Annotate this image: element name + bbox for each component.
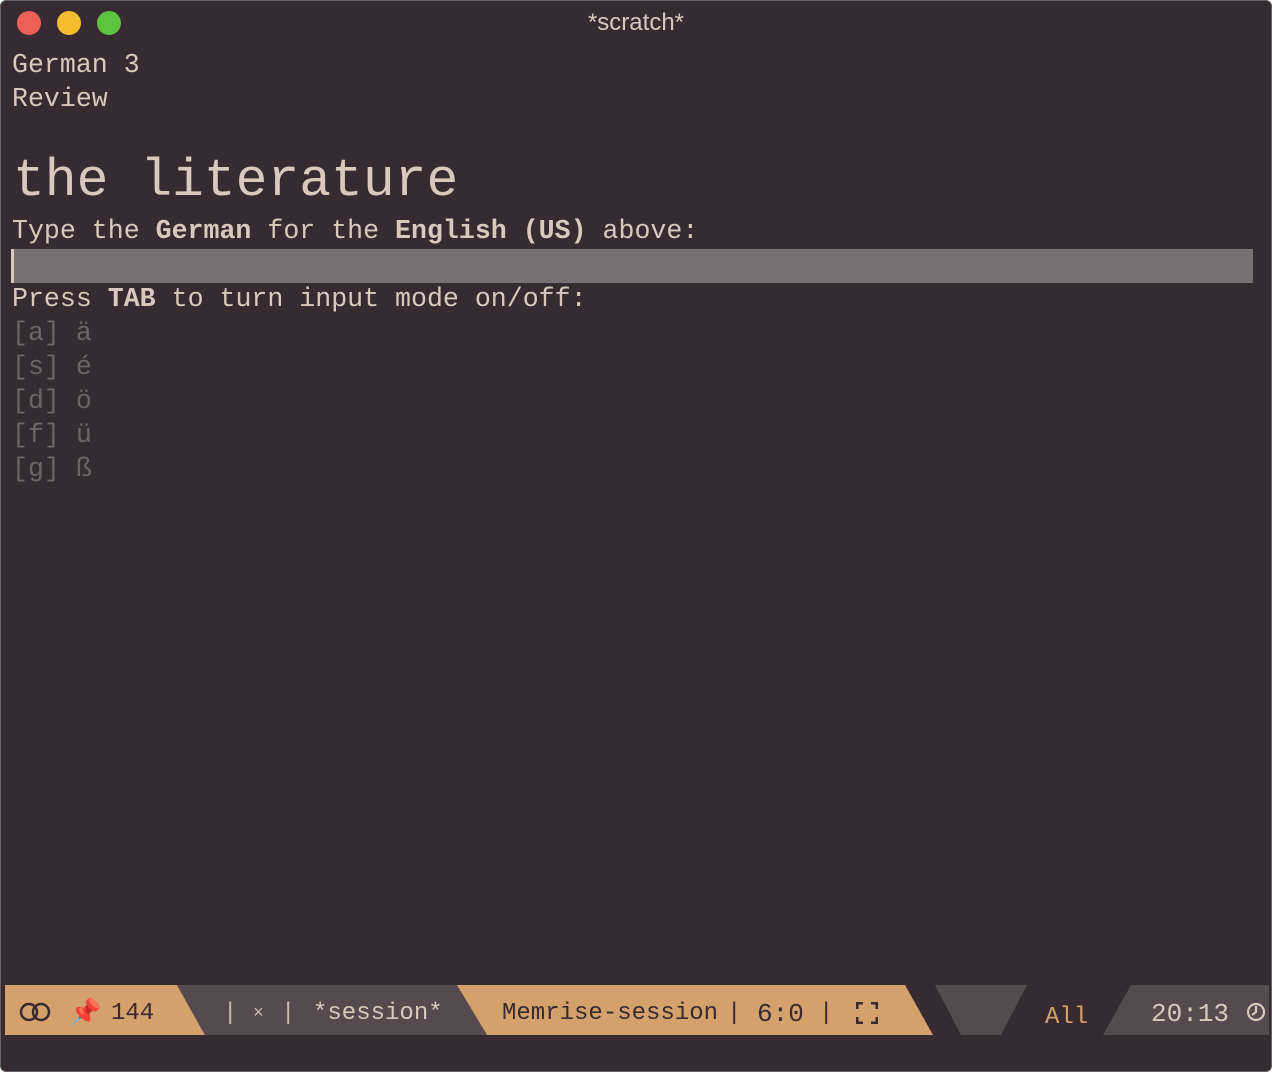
mode-line: 📌 144 | × | *session* Memrise-session | … [5, 985, 1269, 1035]
separator: | [281, 1000, 296, 1027]
session-mode: Review [12, 84, 108, 114]
instruction-text: above: [586, 216, 699, 246]
tab-hint: Press TAB to turn input mode on/off: [12, 282, 587, 316]
modeline-divider [935, 985, 1027, 1035]
text-cursor [11, 249, 14, 283]
toggle-icon[interactable] [19, 1002, 55, 1022]
clock-time: 20:13 [1151, 999, 1230, 1029]
fullscreen-icon[interactable] [856, 1002, 878, 1024]
course-name: German 3 [12, 50, 140, 80]
shortcut-char: ü [75, 420, 92, 450]
close-buffer-icon[interactable]: × [253, 985, 264, 1043]
emacs-window: *scratch* German 3 Review the literature… [0, 0, 1272, 1072]
major-mode[interactable]: Memrise-session [502, 985, 718, 1043]
separator: | [819, 1000, 834, 1027]
shortcut-key: [s] [12, 352, 60, 382]
shortcut-item: [d] ö [12, 384, 92, 418]
shortcut-item: [g] ß [12, 452, 92, 486]
tab-key: TAB [107, 284, 156, 314]
answer-input[interactable] [11, 249, 1253, 283]
shortcut-item: [s] é [12, 350, 92, 384]
shortcut-key: [d] [12, 386, 60, 416]
shortcut-key: [g] [12, 454, 60, 484]
shortcut-char: ö [75, 386, 92, 416]
prompt-word: the literature [13, 151, 459, 211]
shortcut-item: [f] ü [12, 418, 92, 452]
scroll-position: All [1045, 1004, 1089, 1031]
line-count: 144 [111, 1000, 155, 1027]
instruction: Type the German for the English (US) abo… [12, 214, 698, 248]
shortcut-char: ä [75, 318, 92, 348]
shortcut-char: ß [75, 454, 92, 484]
pin-icon: 📌 [69, 999, 102, 1029]
instruction-text: for the [251, 216, 396, 246]
cursor-position: 6:0 [757, 999, 804, 1029]
shortcut-item: [a] ä [12, 316, 92, 350]
instruction-text: Type the [12, 216, 156, 246]
hint-text: Press [12, 284, 108, 314]
separator: | [727, 1000, 742, 1027]
separator: | [223, 1000, 238, 1027]
window-title: *scratch* [587, 9, 685, 36]
title-bar: *scratch* [1, 1, 1271, 45]
target-language: German [155, 216, 252, 246]
hint-text: to turn input mode on/off: [155, 284, 587, 314]
shortcut-key: [a] [12, 318, 60, 348]
shortcut-char: é [75, 352, 92, 382]
buffer-name[interactable]: *session* [313, 985, 443, 1043]
clock-icon [1246, 1002, 1266, 1022]
source-language: English (US) [395, 216, 587, 246]
shortcut-key: [f] [12, 420, 60, 450]
